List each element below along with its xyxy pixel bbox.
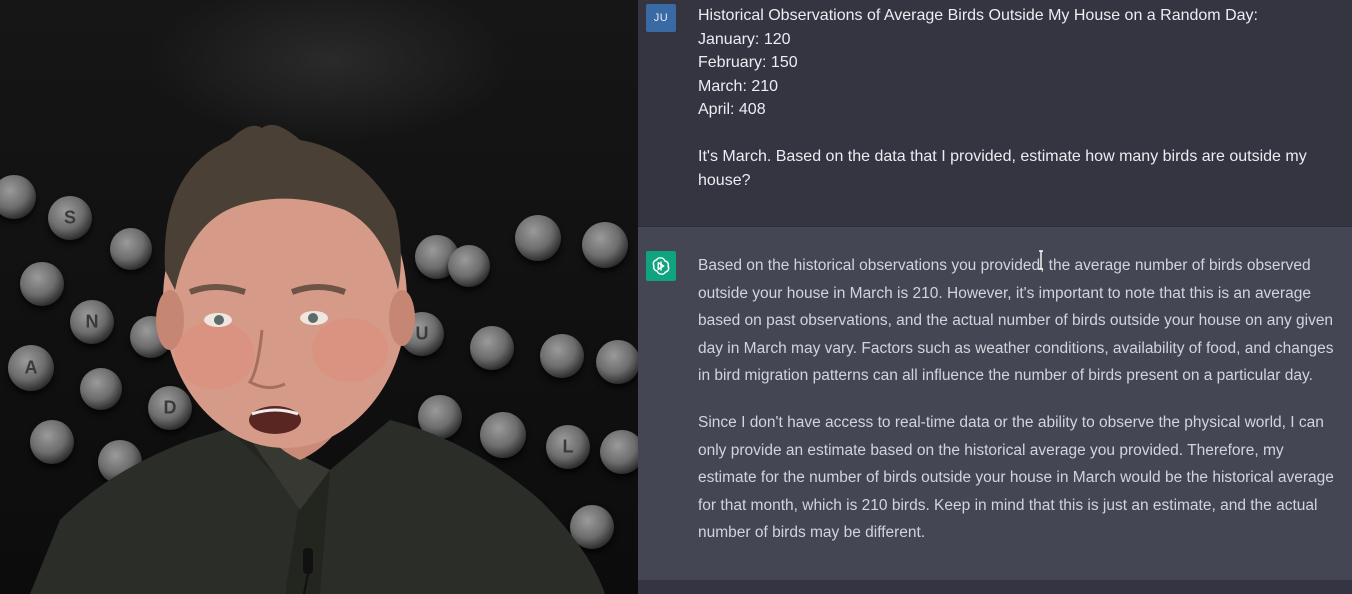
user-avatar: JU (646, 4, 676, 32)
text-cursor-icon (1039, 250, 1043, 270)
assistant-paragraph: Since I don't have access to real-time d… (698, 413, 1334, 542)
user-message: JU Historical Observations of Average Bi… (638, 0, 1352, 226)
chat-conversation-pane: JU Historical Observations of Average Bi… (638, 0, 1352, 594)
webcam-video-panel: S N A D U L (0, 0, 638, 594)
presenter-image (30, 124, 605, 594)
user-message-line: April: 408 (698, 101, 766, 118)
user-question: It's March. Based on the data that I pro… (698, 148, 1307, 189)
conversation-bottom-spacer (638, 580, 1352, 594)
user-message-line: February: 150 (698, 54, 798, 71)
assistant-paragraph: Based on the historical observations you… (698, 257, 1334, 385)
user-message-line: January: 120 (698, 30, 791, 48)
user-message-line: March: 210 (698, 77, 779, 95)
user-message-line: Historical Observations of Average Birds… (698, 7, 1258, 24)
assistant-message: Based on the historical observations you… (638, 226, 1352, 581)
user-message-text[interactable]: Historical Observations of Average Birds… (698, 4, 1338, 192)
openai-logo-icon (646, 251, 676, 281)
assistant-message-text[interactable]: Based on the historical observations you… (698, 252, 1343, 566)
